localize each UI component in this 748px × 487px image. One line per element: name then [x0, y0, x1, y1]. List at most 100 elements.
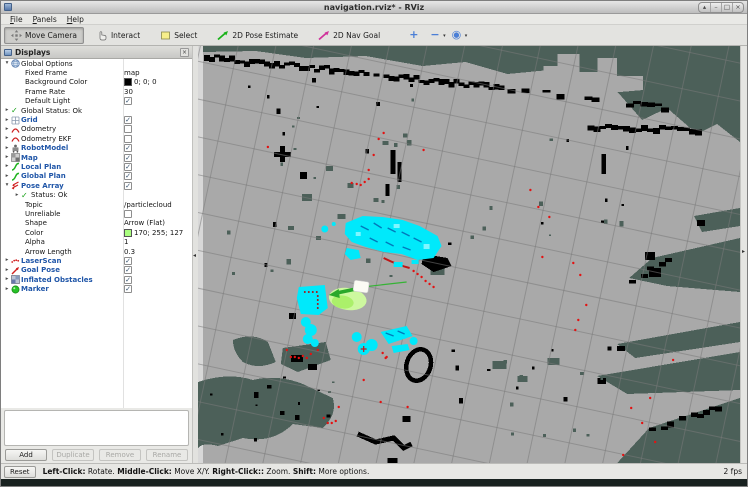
display-row-pose-array[interactable]: ▾Pose Array✓: [1, 181, 192, 190]
display-row-global-status-ok[interactable]: ▸✓Global Status: Ok: [1, 106, 192, 115]
property-value[interactable]: /particlecloud: [124, 201, 172, 209]
property-row-frame-rate[interactable]: Frame Rate30: [1, 87, 192, 96]
checkbox[interactable]: ✓: [124, 97, 132, 105]
property-value[interactable]: 30: [124, 88, 133, 96]
menu-help[interactable]: Help: [62, 14, 89, 25]
display-row-global-plan[interactable]: ▸Global Plan✓: [1, 172, 192, 181]
display-row-global-options[interactable]: ▾Global Options: [1, 59, 192, 68]
display-row-robotmodel[interactable]: ▸RobotModel✓: [1, 144, 192, 153]
expander-icon[interactable]: ▸: [3, 275, 11, 284]
checkbox[interactable]: [124, 125, 132, 133]
path-icon: [11, 162, 21, 171]
expander-icon[interactable]: ▸: [3, 125, 11, 134]
checkbox[interactable]: [124, 210, 132, 218]
zoom-in-icon: +: [409, 28, 418, 41]
checkbox[interactable]: ✓: [124, 266, 132, 274]
checkbox[interactable]: ✓: [124, 257, 132, 265]
displays-panel: Displays × ▾Global OptionsFixed Framemap…: [1, 46, 193, 463]
property-row-default-light[interactable]: Default Light✓: [1, 97, 192, 106]
expander-icon[interactable]: ▸: [3, 106, 11, 115]
expander-icon[interactable]: ▸: [3, 266, 11, 275]
property-row-fixed-frame[interactable]: Fixed Framemap: [1, 68, 192, 77]
tool-2d-pose-estimate[interactable]: 2D Pose Estimate: [210, 27, 305, 44]
expander-icon[interactable]: ▸: [3, 162, 11, 171]
zoom-in-button[interactable]: +: [407, 28, 420, 42]
property-row-background-color[interactable]: Background Color0; 0; 0: [1, 78, 192, 87]
displays-tree: ▾Global OptionsFixed FramemapBackground …: [1, 59, 192, 408]
checkbox[interactable]: ✓: [124, 163, 132, 171]
expander-icon[interactable]: ▸: [3, 285, 11, 294]
checkbox[interactable]: ✓: [124, 182, 132, 190]
property-value[interactable]: Arrow (Flat): [124, 219, 165, 227]
display-row-goal-pose[interactable]: ▸Goal Pose✓: [1, 266, 192, 275]
expander-icon[interactable]: ▾: [3, 59, 11, 68]
collapse-left-icon[interactable]: ◂: [193, 252, 196, 259]
display-row-map[interactable]: ▸Map✓: [1, 153, 192, 162]
close-button[interactable]: ×: [732, 3, 743, 12]
display-row-inflated-obstacles[interactable]: ▸Inflated Obstacles✓: [1, 275, 192, 284]
property-row-unreliable[interactable]: Unreliable: [1, 209, 192, 218]
tool-2d-nav-goal[interactable]: 2D Nav Goal: [311, 27, 387, 44]
expander-icon[interactable]: ▸: [13, 191, 21, 200]
display-row-grid[interactable]: ▸Grid✓: [1, 115, 192, 124]
property-value[interactable]: 0.3: [124, 248, 135, 256]
checkbox[interactable]: ✓: [124, 276, 132, 284]
shade-button[interactable]: ▴: [699, 3, 710, 12]
mouse-help-text: Left-Click: Rotate. Middle-Click: Move X…: [43, 467, 370, 476]
occupancy-grid-map: [198, 46, 740, 463]
tool-move-camera[interactable]: Move Camera: [4, 27, 84, 44]
property-row-arrow-length[interactable]: Arrow Length0.3: [1, 247, 192, 256]
expander-icon[interactable]: ▸: [3, 144, 11, 153]
close-icon[interactable]: ×: [180, 48, 189, 57]
tool-interact[interactable]: Interact: [90, 27, 147, 44]
minimize-button[interactable]: –: [710, 3, 721, 12]
expander-icon[interactable]: ▾: [3, 181, 11, 190]
3d-viewport[interactable]: [198, 46, 740, 463]
tool-select[interactable]: Select: [153, 27, 204, 44]
checkbox[interactable]: [124, 135, 132, 143]
checkbox[interactable]: ✓: [124, 172, 132, 180]
property-value[interactable]: 1: [124, 238, 128, 246]
displays-panel-header[interactable]: Displays ×: [1, 46, 192, 59]
marker-icon: [11, 285, 21, 294]
expander-icon[interactable]: ▸: [3, 172, 11, 181]
menu-file[interactable]: File: [5, 14, 28, 25]
goal-pose-icon: [11, 266, 21, 275]
display-row-status-ok[interactable]: ▸✓Status: Ok: [1, 190, 192, 199]
checkbox[interactable]: ✓: [124, 116, 132, 124]
expander-icon[interactable]: ▸: [3, 153, 11, 162]
odometry-icon: [11, 134, 21, 143]
color-swatch[interactable]: [124, 78, 132, 86]
display-row-laserscan[interactable]: ▸LaserScan✓: [1, 256, 192, 265]
display-row-marker[interactable]: ▸Marker✓: [1, 284, 192, 293]
property-row-shape[interactable]: ShapeArrow (Flat): [1, 219, 192, 228]
checkbox[interactable]: ✓: [124, 144, 132, 152]
path-icon: [11, 172, 21, 181]
expander-icon[interactable]: ▸: [3, 116, 11, 125]
maximize-button[interactable]: □: [721, 3, 732, 12]
expander-icon[interactable]: ▸: [3, 256, 11, 265]
display-row-odometry-ekf[interactable]: ▸Odometry EKF: [1, 134, 192, 143]
expander-icon[interactable]: ▸: [3, 134, 11, 143]
property-row-color[interactable]: Color170; 255; 127: [1, 228, 192, 237]
inflated-obstacles-icon: [11, 275, 21, 284]
focus-camera-button[interactable]: ◉▾: [450, 28, 464, 42]
checkbox[interactable]: ✓: [124, 285, 132, 293]
titlebar[interactable]: navigation.rviz* - RViz ▴–□×: [1, 1, 747, 14]
property-value[interactable]: map: [124, 69, 140, 77]
right-dock-handle[interactable]: ▸: [740, 46, 747, 463]
robot-body: [353, 280, 369, 293]
property-row-alpha[interactable]: Alpha1: [1, 237, 192, 246]
collapse-right-icon[interactable]: ▸: [742, 248, 745, 255]
menu-panels[interactable]: Panels: [28, 14, 62, 25]
property-row-topic[interactable]: Topic/particlecloud: [1, 200, 192, 209]
menubar: FilePanelsHelp: [1, 14, 747, 25]
reset-button[interactable]: Reset: [4, 466, 36, 478]
display-row-local-plan[interactable]: ▸Local Plan✓: [1, 162, 192, 171]
color-swatch[interactable]: [124, 229, 132, 237]
main-area: Displays × ▾Global OptionsFixed Framemap…: [1, 46, 747, 463]
zoom-out-button[interactable]: −▾: [428, 28, 441, 42]
display-row-odometry[interactable]: ▸Odometry: [1, 125, 192, 134]
checkbox[interactable]: ✓: [124, 154, 132, 162]
add-button[interactable]: Add: [5, 449, 47, 461]
